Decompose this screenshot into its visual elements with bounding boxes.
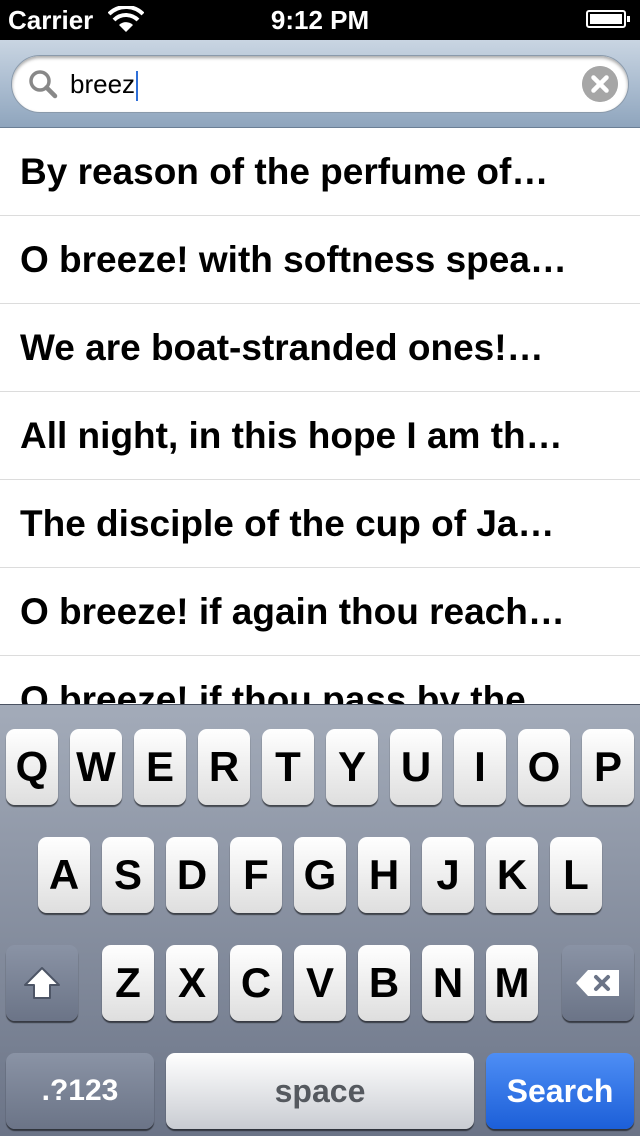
key-m[interactable]: M — [486, 945, 538, 1021]
search-icon — [29, 70, 58, 99]
list-item[interactable]: O breeze! if again thou reach… — [0, 568, 640, 656]
clear-search-icon[interactable] — [582, 66, 618, 102]
list-item[interactable]: O breeze! if thou pass by the — [0, 656, 640, 704]
key-n[interactable]: N — [422, 945, 474, 1021]
key-u[interactable]: U — [390, 729, 442, 805]
key-z[interactable]: Z — [102, 945, 154, 1021]
key-c[interactable]: C — [230, 945, 282, 1021]
key-y[interactable]: Y — [326, 729, 378, 805]
key-p[interactable]: P — [582, 729, 634, 805]
key-l[interactable]: L — [550, 837, 602, 913]
key-j[interactable]: J — [422, 837, 474, 913]
key-e[interactable]: E — [134, 729, 186, 805]
key-q[interactable]: Q — [6, 729, 58, 805]
search-bar: breez — [0, 40, 640, 128]
key-f[interactable]: F — [230, 837, 282, 913]
shift-icon — [24, 967, 60, 999]
key-w[interactable]: W — [70, 729, 122, 805]
key-r[interactable]: R — [198, 729, 250, 805]
key-v[interactable]: V — [294, 945, 346, 1021]
results-list: By reason of the perfume of… O breeze! w… — [0, 128, 640, 704]
list-item[interactable]: All night, in this hope I am th… — [0, 392, 640, 480]
list-item[interactable]: By reason of the perfume of… — [0, 128, 640, 216]
key-a[interactable]: A — [38, 837, 90, 913]
numbers-key[interactable]: .?123 — [6, 1053, 154, 1129]
list-item[interactable]: We are boat-stranded ones!… — [0, 304, 640, 392]
key-d[interactable]: D — [166, 837, 218, 913]
status-bar: Carrier 9:12 PM — [0, 0, 640, 40]
list-item[interactable]: The disciple of the cup of Ja… — [0, 480, 640, 568]
key-t[interactable]: T — [262, 729, 314, 805]
key-b[interactable]: B — [358, 945, 410, 1021]
shift-key[interactable] — [6, 945, 78, 1021]
list-item[interactable]: O breeze! with softness spea… — [0, 216, 640, 304]
delete-key[interactable] — [562, 945, 634, 1021]
search-query-text: breez — [70, 69, 136, 99]
key-x[interactable]: X — [166, 945, 218, 1021]
key-g[interactable]: G — [294, 837, 346, 913]
text-cursor — [136, 71, 139, 102]
search-input[interactable]: breez — [11, 55, 629, 113]
keyboard: Q W E R T Y U I O P A S D F G H J K L Z … — [0, 704, 640, 1136]
key-o[interactable]: O — [518, 729, 570, 805]
battery-icon — [586, 10, 630, 28]
space-key[interactable]: space — [166, 1053, 474, 1129]
key-k[interactable]: K — [486, 837, 538, 913]
clock: 9:12 PM — [270, 5, 370, 35]
key-i[interactable]: I — [454, 729, 506, 805]
key-s[interactable]: S — [102, 837, 154, 913]
search-key[interactable]: Search — [486, 1053, 634, 1129]
backspace-icon — [576, 970, 619, 996]
key-h[interactable]: H — [358, 837, 410, 913]
